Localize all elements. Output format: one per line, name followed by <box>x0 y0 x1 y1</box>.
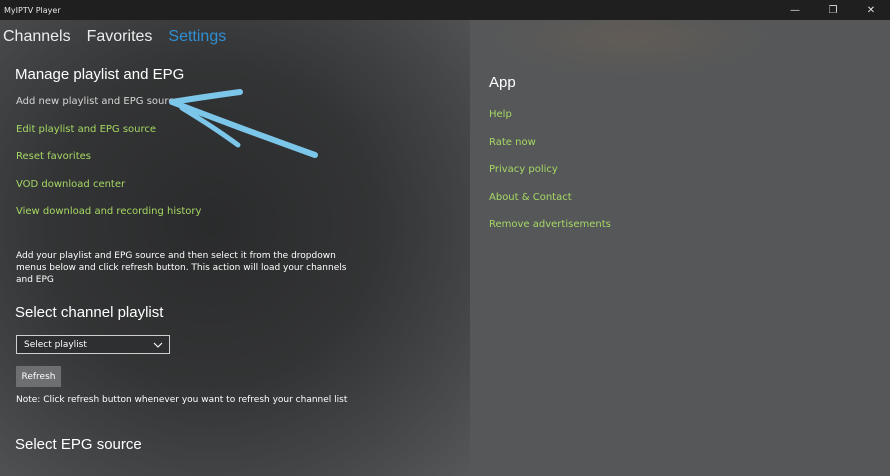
refresh-note: Note: Click refresh button whenever you … <box>16 395 348 405</box>
app-section-title: App <box>489 74 516 91</box>
privacy-policy-link[interactable]: Privacy policy <box>489 164 558 175</box>
chevron-down-icon <box>153 342 163 348</box>
about-contact-link[interactable]: About & Contact <box>489 192 572 203</box>
close-button[interactable]: ✕ <box>852 0 890 20</box>
epg-section-title: Select EPG source <box>15 436 142 453</box>
playlist-section-title: Select channel playlist <box>15 304 164 321</box>
maximize-button[interactable]: ❐ <box>814 0 852 20</box>
download-history-link[interactable]: View download and recording history <box>16 206 201 217</box>
refresh-button[interactable]: Refresh <box>16 366 61 387</box>
playlist-dropdown[interactable]: Select playlist <box>16 335 170 354</box>
reset-favorites-link[interactable]: Reset favorites <box>16 151 91 162</box>
remove-ads-link[interactable]: Remove advertisements <box>489 219 611 230</box>
edit-playlist-link[interactable]: Edit playlist and EPG source <box>16 124 156 135</box>
background-shadow <box>0 20 470 476</box>
nav-tabs: Channels Favorites Settings <box>3 28 242 46</box>
app-title: MyIPTV Player <box>4 5 61 15</box>
minimize-button[interactable]: — <box>776 0 814 20</box>
tab-favorites[interactable]: Favorites <box>87 28 153 46</box>
minimize-icon: — <box>790 4 800 16</box>
window-controls: — ❐ ✕ <box>776 0 890 20</box>
tab-settings[interactable]: Settings <box>168 28 226 46</box>
help-link[interactable]: Help <box>489 109 512 120</box>
background-tint <box>480 20 780 80</box>
manage-section-title: Manage playlist and EPG <box>15 66 185 83</box>
vod-download-center-link[interactable]: VOD download center <box>16 179 125 190</box>
playlist-dropdown-value: Select playlist <box>24 339 87 350</box>
close-icon: ✕ <box>866 4 876 16</box>
instructions-text: Add your playlist and EPG source and the… <box>16 251 347 285</box>
add-playlist-link[interactable]: Add new playlist and EPG source <box>16 96 180 107</box>
maximize-icon: ❐ <box>828 4 838 16</box>
tab-channels[interactable]: Channels <box>3 28 71 46</box>
rate-now-link[interactable]: Rate now <box>489 137 536 148</box>
title-bar: MyIPTV Player — ❐ ✕ <box>0 0 890 20</box>
